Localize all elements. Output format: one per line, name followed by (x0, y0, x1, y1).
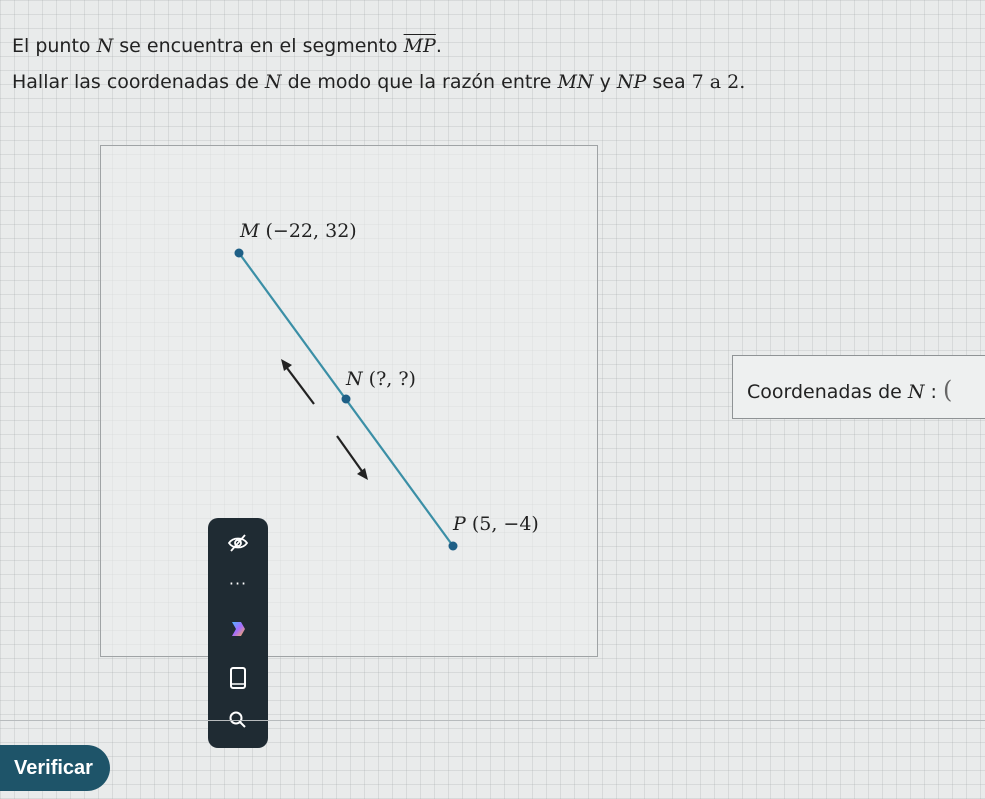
problem-line-1: El punto N se encuentra en el segmento M… (12, 28, 745, 64)
text: y (599, 71, 611, 93)
answer-point: N (907, 381, 925, 403)
point-n-coords: (?, ?) (368, 368, 416, 390)
point-n-name: N (346, 368, 363, 390)
answer-box[interactable]: Coordenadas de N : ( (732, 355, 985, 419)
copilot-icon[interactable] (208, 618, 268, 645)
point-m-label: M (−22, 32) (240, 220, 357, 242)
answer-colon: : (930, 381, 937, 403)
point-p-coords: (5, −4) (471, 513, 539, 535)
math-segment: NP (616, 71, 647, 93)
verify-button[interactable]: Verificar (0, 745, 110, 791)
search-icon[interactable] (208, 710, 268, 735)
text: sea (652, 71, 686, 93)
math-point: N (96, 35, 114, 57)
segment-figure: M (−22, 32) N (?, ?) P (5, −4) (100, 145, 598, 657)
text: de modo que la razón entre (287, 71, 552, 93)
more-icon[interactable]: ··· (208, 574, 268, 593)
problem-statement: El punto N se encuentra en el segmento M… (12, 28, 745, 100)
floating-toolbar: ··· (208, 518, 268, 748)
math-segment: MP (403, 35, 436, 57)
point-n-label: N (?, ?) (346, 368, 416, 390)
point-p-dot (448, 541, 458, 551)
tablet-icon[interactable] (208, 666, 268, 695)
text: se encuentra en el segmento (119, 35, 398, 57)
text: . (435, 35, 442, 57)
arrow-toward-m (281, 359, 315, 405)
math-point: N (264, 71, 282, 93)
point-p-label: P (5, −4) (453, 513, 539, 535)
point-p-name: P (453, 513, 466, 535)
problem-line-2: Hallar las coordenadas de N de modo que … (12, 64, 745, 100)
point-m-name: M (240, 220, 260, 242)
point-n-dot (341, 394, 351, 404)
eye-off-icon[interactable] (208, 530, 268, 559)
point-m-dot (234, 248, 244, 258)
divider (0, 720, 985, 721)
math-ratio: 7 a 2. (691, 71, 746, 93)
math-segment: MN (557, 71, 594, 93)
point-m-coords: (−22, 32) (265, 220, 357, 242)
text: El punto (12, 35, 91, 57)
answer-label-text: Coordenadas de (747, 381, 902, 403)
answer-label: Coordenadas de N : ( (747, 376, 952, 404)
arrow-toward-p (336, 435, 368, 480)
text: Hallar las coordenadas de (12, 71, 259, 93)
answer-open-paren[interactable]: ( (943, 376, 952, 404)
